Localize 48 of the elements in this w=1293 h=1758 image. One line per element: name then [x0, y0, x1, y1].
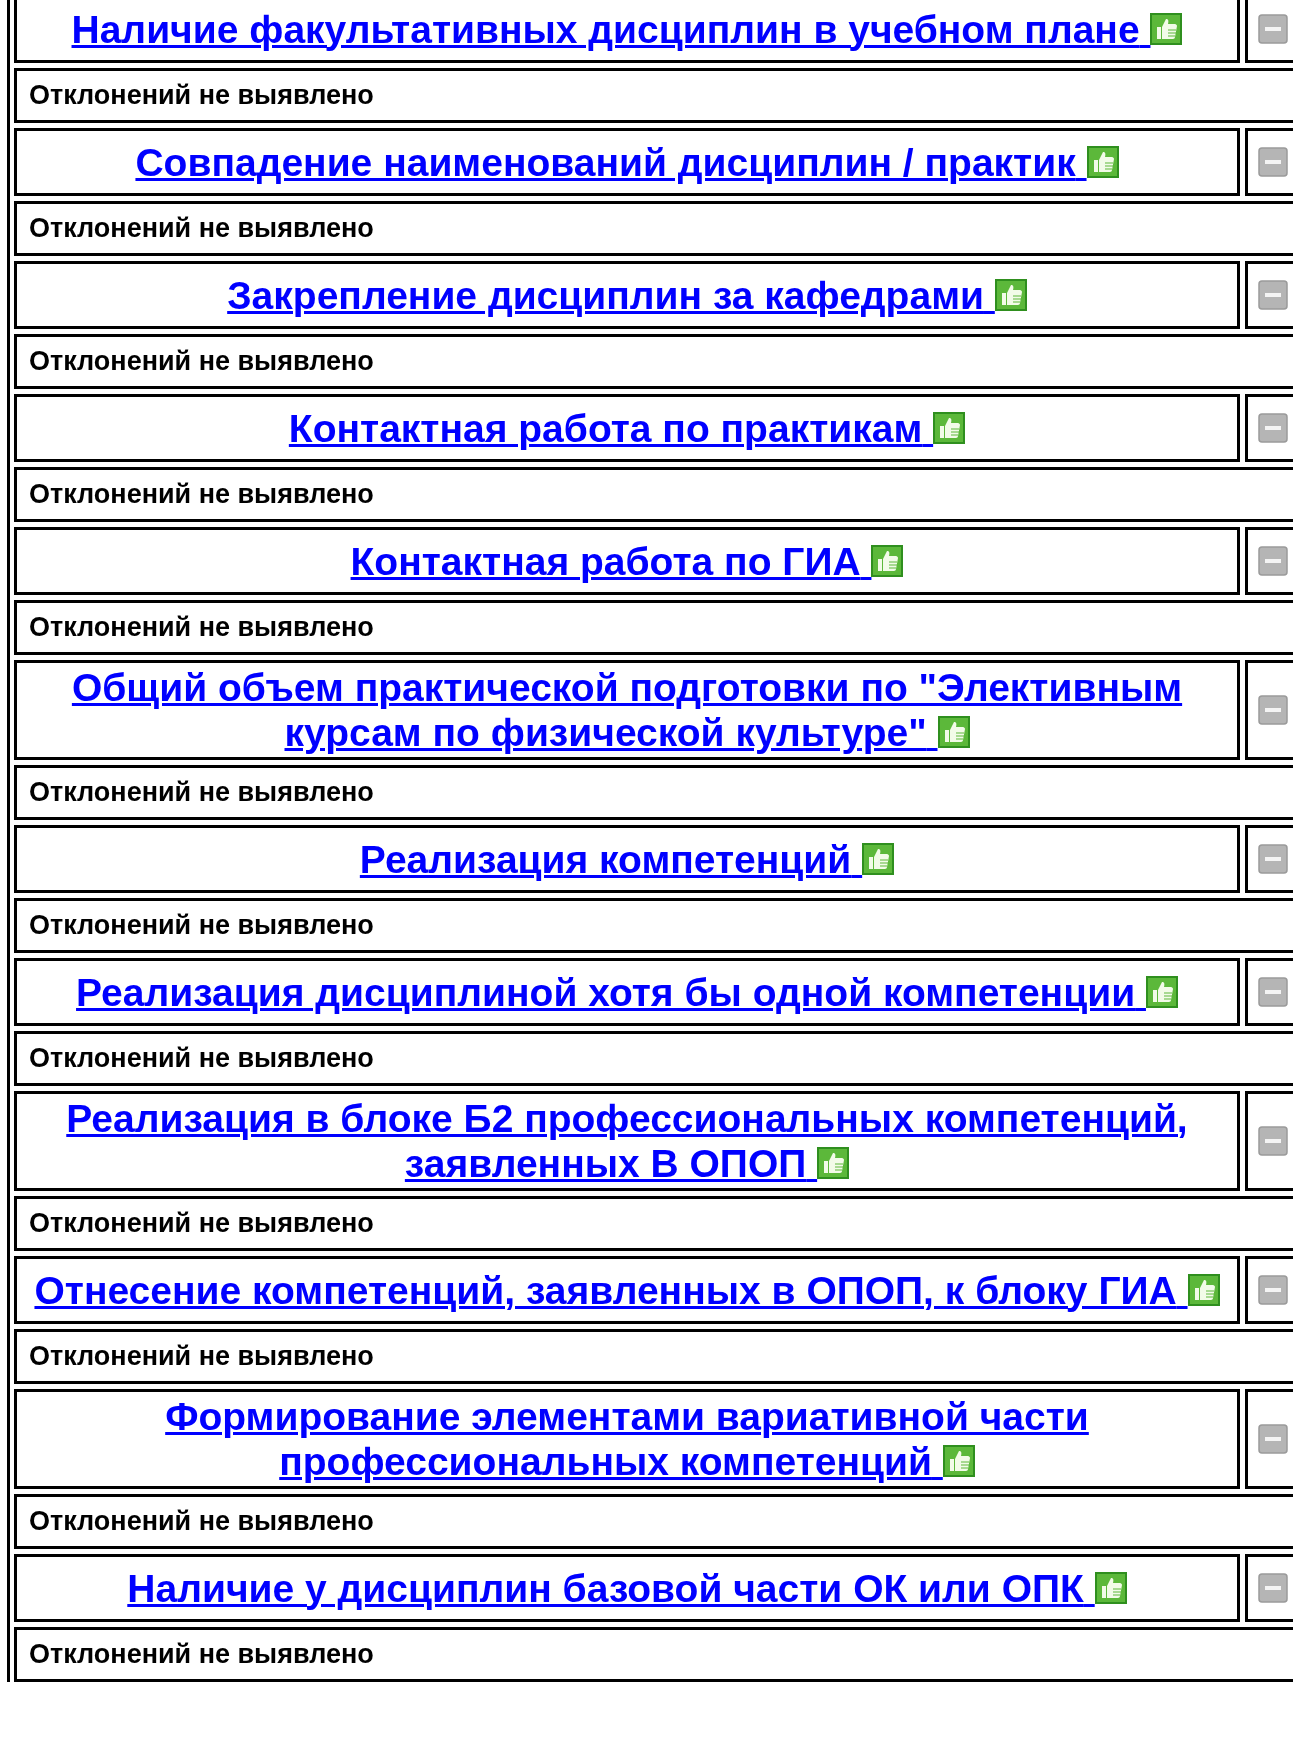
- thumbs-up-icon: [1086, 145, 1119, 178]
- thumbs-up-icon: [937, 716, 970, 748]
- check-title-link[interactable]: Закрепление дисциплин за кафедрами: [25, 272, 1229, 318]
- collapse-icon[interactable]: [1258, 546, 1288, 576]
- collapse-icon[interactable]: [1258, 413, 1288, 443]
- thumbs-up-icon: [1187, 1273, 1220, 1306]
- collapse-icon[interactable]: [1258, 1275, 1288, 1305]
- check-title-link[interactable]: Отнесение компетенций, заявленных в ОПОП, к блоку ГИА: [25, 1267, 1229, 1313]
- thumbs-up-icon: [1145, 975, 1178, 1008]
- check-title-link[interactable]: Реализация дисциплиной хотя бы одной компетенции: [25, 969, 1229, 1015]
- check-title-link[interactable]: Совпадение наименований дисциплин / практик: [25, 139, 1229, 185]
- thumbs-up-icon: [994, 278, 1027, 311]
- collapse-icon[interactable]: [1258, 1126, 1288, 1156]
- collapse-icon[interactable]: [1258, 14, 1288, 44]
- check-title-link[interactable]: Наличие факультативных дисциплин в учебном плане: [25, 6, 1229, 52]
- result-text: Отклонений не выявлено: [14, 898, 1293, 953]
- check-title-link[interactable]: Контактная работа по практикам: [25, 405, 1229, 451]
- check-title-link[interactable]: Общий объем практической подготовки по "Элективным курсам по физической культуре": [25, 665, 1229, 755]
- thumbs-up-icon: [933, 411, 966, 444]
- collapse-icon[interactable]: [1258, 977, 1288, 1007]
- collapse-icon[interactable]: [1258, 147, 1288, 177]
- collapse-icon[interactable]: [1258, 695, 1288, 725]
- collapse-icon[interactable]: [1258, 1424, 1288, 1454]
- check-title-link[interactable]: Реализация компетенций: [25, 836, 1229, 882]
- result-text: Отклонений не выявлено: [14, 1627, 1293, 1682]
- result-text: Отклонений не выявлено: [14, 1494, 1293, 1549]
- collapse-icon[interactable]: [1258, 280, 1288, 310]
- check-title-link[interactable]: Контактная работа по ГИА: [25, 538, 1229, 584]
- result-text: Отклонений не выявлено: [14, 467, 1293, 522]
- thumbs-up-icon: [862, 842, 895, 875]
- result-text: Отклонений не выявлено: [14, 1031, 1293, 1086]
- result-text: Отклонений не выявлено: [14, 334, 1293, 389]
- result-text: Отклонений не выявлено: [14, 765, 1293, 820]
- thumbs-up-icon: [817, 1147, 850, 1179]
- collapse-icon[interactable]: [1258, 844, 1288, 874]
- thumbs-up-icon: [1150, 12, 1183, 45]
- check-title-link[interactable]: Реализация в блоке Б2 профессиональных компетенций, заявленных В ОПОП: [25, 1096, 1229, 1186]
- check-title-link[interactable]: Наличие у дисциплин базовой части ОК или ОПК: [25, 1565, 1229, 1611]
- result-text: Отклонений не выявлено: [14, 1329, 1293, 1384]
- thumbs-up-icon: [1094, 1571, 1127, 1604]
- result-text: Отклонений не выявлено: [14, 201, 1293, 256]
- check-title-link[interactable]: Формирование элементами вариативной части профессиональных компетенций: [25, 1394, 1229, 1484]
- result-text: Отклонений не выявлено: [14, 68, 1293, 123]
- collapse-icon[interactable]: [1258, 1573, 1288, 1603]
- result-text: Отклонений не выявлено: [14, 600, 1293, 655]
- thumbs-up-icon: [871, 544, 904, 577]
- thumbs-up-icon: [942, 1445, 975, 1477]
- result-text: Отклонений не выявлено: [14, 1196, 1293, 1251]
